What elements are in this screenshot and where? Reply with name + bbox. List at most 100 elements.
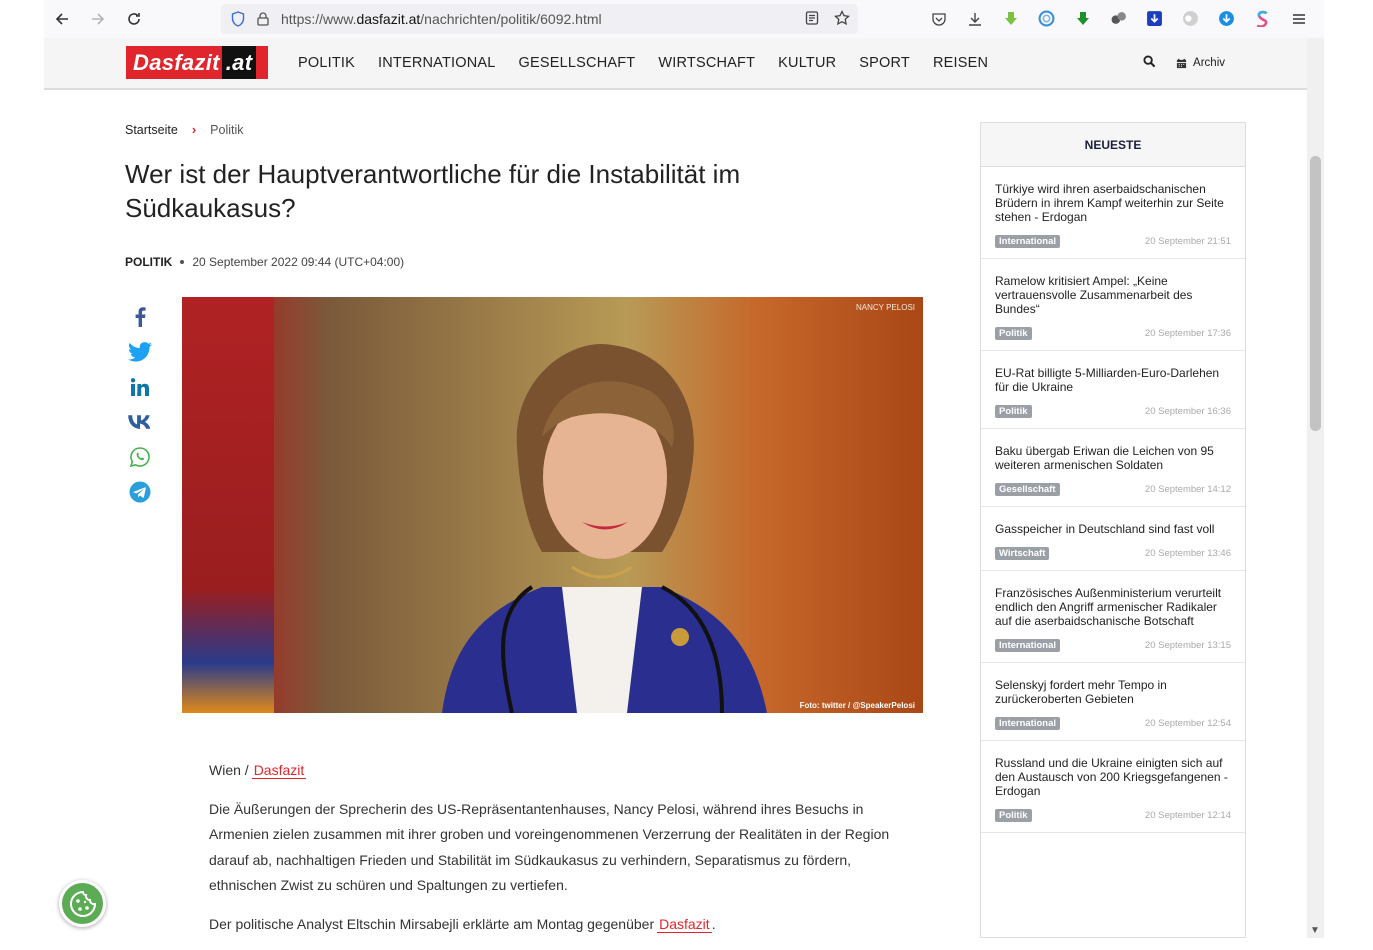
- article-body: Wien / Dasfazit Die Äußerungen der Sprech…: [209, 758, 899, 950]
- url-bar[interactable]: https://www.dasfazit.at/nachrichten/poli…: [221, 4, 858, 34]
- download-icon[interactable]: [965, 9, 984, 28]
- twitter-share-button[interactable]: [128, 342, 152, 362]
- news-item[interactable]: Gasspeicher in Deutschland sind fast vol…: [981, 507, 1245, 571]
- circle-extension-icon[interactable]: [1037, 9, 1056, 28]
- nav-international[interactable]: INTERNATIONAL: [378, 55, 496, 71]
- sidebar-heading: NEUESTE: [981, 123, 1245, 167]
- news-item[interactable]: Französisches Außenministerium verurteil…: [981, 571, 1245, 663]
- news-item-category[interactable]: Politik: [995, 405, 1032, 418]
- nav-gesellschaft[interactable]: GESELLSCHAFT: [519, 55, 636, 71]
- image-credit: Foto: twitter / @SpeakerPelosi: [799, 701, 915, 710]
- facebook-share-button[interactable]: [128, 307, 152, 327]
- page-scrollbar[interactable]: ▼: [1307, 38, 1324, 938]
- site-logo[interactable]: Dasfazit .at: [126, 46, 268, 79]
- dateline: Wien / Dasfazit: [209, 758, 899, 784]
- paragraph-1: Die Äußerungen der Sprecherin des US-Rep…: [209, 800, 890, 894]
- back-button[interactable]: [44, 0, 80, 38]
- archive-link[interactable]: Archiv: [1176, 57, 1225, 69]
- news-item[interactable]: Türkiye wird ihren aserbaidschanischen B…: [981, 167, 1245, 259]
- news-item-time: 20 September 17:36: [1144, 328, 1231, 339]
- vk-share-button[interactable]: [128, 412, 152, 432]
- twitter-icon: [128, 342, 152, 362]
- news-item-category[interactable]: International: [995, 717, 1061, 730]
- news-item-category[interactable]: International: [995, 639, 1061, 652]
- news-item-time: 20 September 16:36: [1144, 406, 1231, 417]
- news-item[interactable]: Ramelow kritisiert Ampel: „Keine vertrau…: [981, 259, 1245, 351]
- source-link[interactable]: Dasfazit: [251, 762, 307, 779]
- facebook-icon: [135, 307, 146, 327]
- scroll-down-arrow-icon[interactable]: ▼: [1310, 925, 1320, 936]
- arrow-left-icon: [55, 13, 68, 25]
- article-meta: POLITIK 20 September 2022 09:44 (UTC+04:…: [125, 255, 404, 269]
- reader-view-icon[interactable]: [804, 10, 820, 26]
- blue-download-icon[interactable]: [1217, 9, 1236, 28]
- lock-icon[interactable]: [257, 12, 269, 26]
- menu-hamburger-icon[interactable]: [1289, 9, 1308, 28]
- s-extension-icon[interactable]: [1253, 9, 1272, 28]
- nav-wirtschaft[interactable]: WIRTSCHAFT: [658, 55, 755, 71]
- save-extension-icon[interactable]: [1145, 9, 1164, 28]
- cookie-settings-button[interactable]: [59, 880, 106, 927]
- whatsapp-share-button[interactable]: [128, 447, 152, 467]
- breadcrumb-home[interactable]: Startseite: [125, 123, 178, 137]
- telegram-share-button[interactable]: [128, 481, 152, 503]
- scrollbar-thumb[interactable]: [1310, 156, 1321, 431]
- news-item-category[interactable]: Gesellschaft: [995, 483, 1060, 496]
- article-category[interactable]: POLITIK: [125, 255, 172, 269]
- browser-toolbar: https://www.dasfazit.at/nachrichten/poli…: [44, 0, 1324, 38]
- whatsapp-icon: [130, 447, 150, 467]
- news-item-time: 20 September 12:14: [1144, 810, 1231, 821]
- calendar-icon: [1176, 58, 1187, 68]
- nav-politik[interactable]: POLITIK: [298, 55, 355, 71]
- news-item-title[interactable]: Gasspeicher in Deutschland sind fast vol…: [995, 522, 1231, 536]
- news-item-title[interactable]: Russland und die Ukraine einigten sich a…: [995, 756, 1231, 798]
- arrow-right-icon: [92, 13, 105, 25]
- breadcrumb: Startseite › Politik: [125, 122, 244, 137]
- download-helper-icon[interactable]: [1001, 9, 1020, 28]
- nav-kultur[interactable]: KULTUR: [778, 55, 836, 71]
- paragraph-2: Der politische Analyst Eltschin Mirsabej…: [209, 915, 716, 933]
- latest-news-sidebar: NEUESTE Türkiye wird ihren aserbaidschan…: [980, 122, 1246, 938]
- news-item[interactable]: Russland und die Ukraine einigten sich a…: [981, 741, 1245, 833]
- green-download-icon[interactable]: [1073, 9, 1092, 28]
- toggle-extension-icon[interactable]: [1181, 9, 1200, 28]
- telegram-icon: [129, 481, 151, 503]
- share-buttons: [128, 307, 152, 503]
- shield-icon[interactable]: [231, 11, 245, 27]
- pocket-icon[interactable]: [929, 9, 948, 28]
- nav-sport[interactable]: SPORT: [859, 55, 910, 71]
- news-item[interactable]: Baku übergab Eriwan die Leichen von 95 w…: [981, 429, 1245, 507]
- location: Wien /: [209, 762, 249, 778]
- linkedin-share-button[interactable]: [128, 377, 152, 397]
- article-title: Wer ist der Hauptverantwortliche für die…: [125, 159, 741, 223]
- flag-background: [182, 297, 274, 713]
- news-item-title[interactable]: Türkiye wird ihren aserbaidschanischen B…: [995, 182, 1231, 224]
- breadcrumb-current[interactable]: Politik: [210, 123, 243, 137]
- news-item-title[interactable]: Französisches Außenministerium verurteil…: [995, 586, 1231, 628]
- article-hero-image: NANCY PELOSI Foto: twitter / @SpeakerPel…: [182, 297, 923, 713]
- forward-button[interactable]: [80, 0, 116, 38]
- news-item-title[interactable]: Selenskyj fordert mehr Tempo in zurücker…: [995, 678, 1231, 706]
- news-item[interactable]: Selenskyj fordert mehr Tempo in zurücker…: [981, 663, 1245, 741]
- site-header: Dasfazit .at POLITIK INTERNATIONAL GESELL…: [44, 38, 1307, 90]
- vk-icon: [128, 415, 151, 429]
- news-item[interactable]: EU-Rat billigte 5-Milliarden-Euro-Darleh…: [981, 351, 1245, 429]
- bookmark-star-icon[interactable]: [834, 9, 850, 26]
- news-item-title[interactable]: Baku übergab Eriwan die Leichen von 95 w…: [995, 444, 1231, 472]
- nav-reisen[interactable]: REISEN: [933, 55, 988, 71]
- news-item-category[interactable]: International: [995, 235, 1061, 248]
- chevron-right-icon: ›: [191, 122, 197, 137]
- search-icon[interactable]: [1143, 55, 1156, 71]
- news-item-time: 20 September 21:51: [1144, 236, 1231, 247]
- news-item-title[interactable]: Ramelow kritisiert Ampel: „Keine vertrau…: [995, 274, 1231, 316]
- main-navigation: POLITIK INTERNATIONAL GESELLSCHAFT WIRTS…: [298, 55, 988, 71]
- linkedin-icon: [131, 378, 149, 396]
- inline-source-link[interactable]: Dasfazit: [657, 915, 712, 933]
- news-item-category[interactable]: Politik: [995, 809, 1032, 822]
- news-item-title[interactable]: EU-Rat billigte 5-Milliarden-Euro-Darleh…: [995, 366, 1231, 394]
- news-item-category[interactable]: Politik: [995, 327, 1032, 340]
- news-item-category[interactable]: Wirtschaft: [995, 547, 1050, 560]
- people-extension-icon[interactable]: [1109, 9, 1128, 28]
- reload-button[interactable]: [116, 0, 152, 38]
- news-item-time: 20 September 12:54: [1144, 718, 1231, 729]
